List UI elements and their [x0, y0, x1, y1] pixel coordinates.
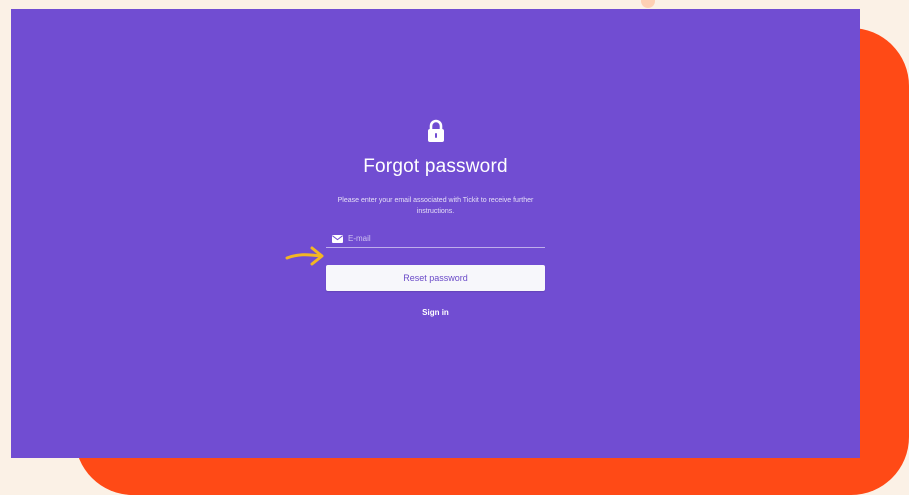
page-subtitle: Please enter your email associated with … [337, 197, 534, 215]
page-stage: Forgot password Please enter your email … [0, 0, 909, 495]
sign-in-link[interactable]: Sign in [422, 308, 449, 317]
email-input[interactable] [348, 231, 545, 246]
lock-icon [427, 119, 444, 142]
backdrop-dot [641, 0, 655, 8]
forgot-password-panel: Forgot password Please enter your email … [326, 119, 545, 317]
page-title: Forgot password [363, 156, 508, 177]
app-screen: Forgot password Please enter your email … [11, 9, 860, 458]
arrow-right-icon [285, 246, 324, 266]
email-field [326, 230, 545, 248]
reset-password-button[interactable]: Reset password [326, 265, 545, 291]
mail-icon [332, 234, 343, 243]
